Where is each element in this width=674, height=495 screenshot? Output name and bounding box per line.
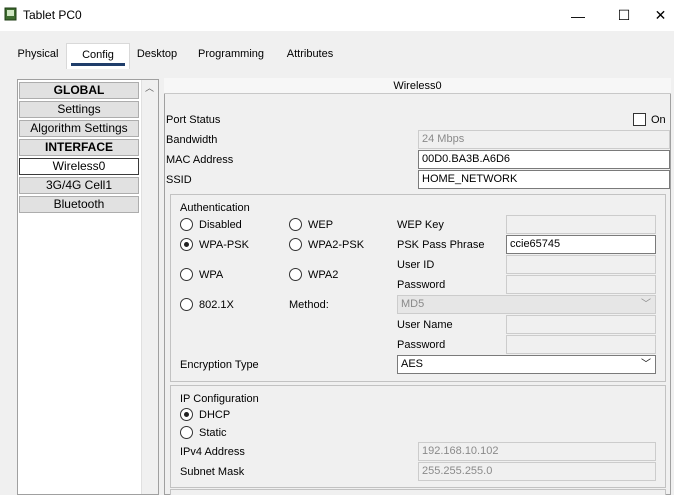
- radio-static[interactable]: [180, 426, 193, 439]
- wep-key-label: WEP Key: [397, 219, 444, 231]
- mac-address-field[interactable]: 00D0.BA3B.A6D6: [418, 150, 670, 169]
- method-value: MD5: [401, 298, 425, 310]
- ssid-field[interactable]: HOME_NETWORK: [418, 170, 670, 189]
- subnet-mask-field: 255.255.255.0: [418, 462, 656, 481]
- password2-field: [506, 335, 656, 354]
- password2-label: Password: [397, 339, 446, 351]
- ipv4-address-field: 192.168.10.102: [418, 442, 656, 461]
- user-id-field: [506, 255, 656, 274]
- sidebar-item-algorithm-settings[interactable]: Algorithm Settings: [19, 120, 139, 137]
- ip-configuration-title: IP Configuration: [180, 393, 259, 405]
- ipv4-address-label: IPv4 Address: [180, 446, 245, 458]
- tab-attributes[interactable]: Attributes: [277, 43, 343, 69]
- radio-wpa-label: WPA: [199, 269, 224, 281]
- password-label: Password: [397, 279, 446, 291]
- method-select: MD5 ﹀: [397, 295, 656, 314]
- tab-desktop[interactable]: Desktop: [130, 43, 184, 69]
- password-field: [506, 275, 656, 294]
- sidebar-item-wireless0[interactable]: Wireless0: [19, 158, 139, 175]
- maximize-button[interactable]: ☐: [601, 0, 647, 31]
- next-group-edge: [170, 489, 666, 495]
- radio-wpa-psk[interactable]: [180, 238, 193, 251]
- encryption-type-select[interactable]: AES ﹀: [397, 355, 656, 374]
- user-name-label: User Name: [397, 319, 453, 331]
- sidebar-header-global: GLOBAL: [19, 82, 139, 99]
- psk-pass-phrase-field[interactable]: ccie65745: [506, 235, 656, 254]
- sidebar-scrollbar[interactable]: [141, 80, 158, 494]
- port-status-label: Port Status: [166, 114, 221, 126]
- subnet-mask-label: Subnet Mask: [180, 466, 245, 478]
- chevron-down-icon: ﹀: [641, 359, 651, 370]
- port-status-on-label: On: [651, 114, 666, 126]
- bandwidth-label: Bandwidth: [166, 134, 218, 146]
- user-id-label: User ID: [397, 259, 435, 271]
- sidebar-item-settings[interactable]: Settings: [19, 101, 139, 118]
- radio-disabled[interactable]: [180, 218, 193, 231]
- sidebar-item-bluetooth[interactable]: Bluetooth: [19, 196, 139, 213]
- tablet-pc-icon: [4, 7, 17, 21]
- radio-dhcp[interactable]: [180, 408, 193, 421]
- sidebar-item-3g4g-cell1[interactable]: 3G/4G Cell1: [19, 177, 139, 194]
- minimize-button[interactable]: —: [555, 0, 601, 31]
- radio-wpa2-psk-label: WPA2-PSK: [308, 239, 365, 251]
- user-name-field: [506, 315, 656, 334]
- active-tab-indicator: [71, 63, 125, 66]
- wep-key-field: [506, 215, 656, 234]
- radio-wpa-psk-label: WPA-PSK: [199, 239, 249, 251]
- port-status-checkbox[interactable]: [633, 113, 646, 126]
- mac-address-label: MAC Address: [166, 154, 234, 166]
- chevron-down-icon: ﹀: [641, 299, 651, 310]
- sidebar-header-interface: INTERFACE: [19, 139, 139, 156]
- radio-wep[interactable]: [289, 218, 302, 231]
- radio-wpa2-label: WPA2: [308, 269, 339, 281]
- radio-static-label: Static: [199, 427, 227, 439]
- psk-pass-phrase-label: PSK Pass Phrase: [397, 239, 485, 251]
- scroll-up-arrow-icon[interactable]: ︿: [141, 80, 158, 97]
- encryption-type-value: AES: [401, 358, 424, 370]
- encryption-type-label: Encryption Type: [180, 359, 259, 371]
- radio-wpa2-psk[interactable]: [289, 238, 302, 251]
- close-button[interactable]: ✕: [647, 0, 674, 31]
- method-label: Method:: [289, 299, 329, 311]
- bandwidth-field: 24 Mbps: [418, 130, 670, 149]
- radio-802-1x[interactable]: [180, 298, 193, 311]
- radio-wep-label: WEP: [308, 219, 334, 231]
- authentication-title: Authentication: [180, 202, 250, 214]
- radio-802-1x-label: 802.1X: [199, 299, 234, 311]
- panel-title: Wireless0: [164, 78, 671, 94]
- radio-wpa[interactable]: [180, 268, 193, 281]
- radio-disabled-label: Disabled: [199, 219, 242, 231]
- tab-programming[interactable]: Programming: [189, 43, 273, 69]
- radio-dhcp-label: DHCP: [199, 409, 231, 421]
- tab-physical[interactable]: Physical: [10, 43, 66, 69]
- radio-wpa2[interactable]: [289, 268, 302, 281]
- window-title: Tablet PC0: [23, 8, 82, 22]
- ssid-label: SSID: [166, 174, 192, 186]
